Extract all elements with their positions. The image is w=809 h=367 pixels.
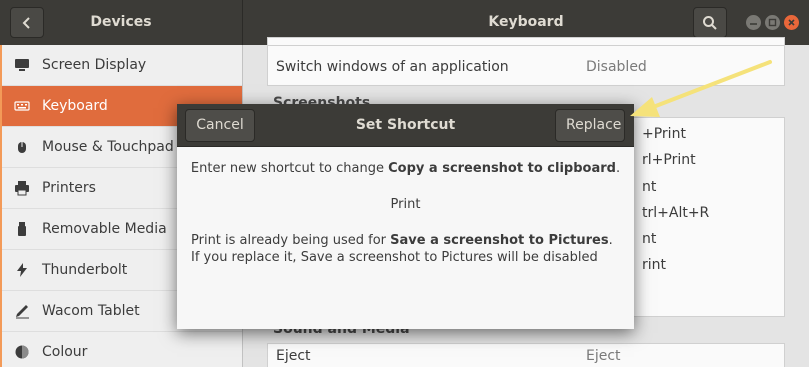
maximize-button[interactable]	[765, 15, 780, 30]
new-shortcut-label: Print	[390, 197, 421, 212]
table-row[interactable]: Eject Eject	[268, 344, 786, 367]
sidebar-item-screen-display[interactable]: Screen Display	[2, 45, 242, 86]
sidebar-item-label: Wacom Tablet	[42, 303, 140, 319]
printer-icon	[2, 180, 42, 196]
close-button[interactable]	[784, 15, 799, 30]
sidebar-item-label: Mouse & Touchpad	[42, 139, 174, 155]
usb-drive-icon	[2, 221, 42, 237]
shortcut-value: nt	[642, 231, 657, 247]
replace-button[interactable]: Replace	[555, 109, 625, 142]
monitor-icon	[2, 57, 42, 73]
target-action-name: Copy a screenshot to clipboard	[388, 161, 616, 176]
set-shortcut-dialog: Set Shortcut Cancel Replace Enter new sh…	[177, 104, 634, 329]
sidebar-item-label: Removable Media	[42, 221, 167, 237]
conflict-suffix: .	[608, 233, 613, 248]
sidebar-item-label: Thunderbolt	[42, 262, 128, 278]
minimize-button[interactable]	[746, 15, 761, 30]
sidebar-item-label: Keyboard	[42, 98, 108, 114]
search-icon	[703, 15, 717, 30]
search-button[interactable]	[693, 7, 727, 38]
conflict-message: Print is already being used for Save a s…	[191, 233, 613, 248]
shortcut-value: Disabled	[586, 58, 647, 75]
sidebar-item-colour[interactable]: Colour	[2, 332, 242, 367]
sidebar-item-label: Screen Display	[42, 57, 147, 73]
instruction-suffix: .	[615, 161, 621, 176]
sidebar-item-label: Colour	[42, 344, 88, 360]
devices-panel-title: Devices	[90, 14, 152, 30]
shortcut-list-bottom: Eject Eject	[267, 343, 785, 367]
shortcut-value: Eject	[586, 348, 621, 364]
tablet-icon	[2, 303, 42, 319]
close-icon	[788, 19, 795, 26]
shortcut-value: trl+Alt+R	[642, 205, 710, 221]
thunderbolt-icon	[2, 262, 42, 278]
conflicting-action-name: Save a screenshot to Pictures	[390, 233, 609, 248]
colour-icon	[2, 344, 42, 360]
dialog-instruction: Enter new shortcut to change Copy a scre…	[177, 161, 634, 176]
shortcut-value: rl+Print	[642, 152, 696, 168]
shortcut-value: rint	[642, 257, 667, 273]
minimize-icon	[750, 23, 757, 25]
conflict-warning: If you replace it, Save a screenshot to …	[191, 250, 598, 265]
keyboard-icon	[2, 98, 42, 114]
shortcut-list-top: Switch windows of an application Disable…	[267, 45, 785, 86]
dialog-body: Enter new shortcut to change Copy a scre…	[177, 147, 634, 329]
shortcut-value: nt	[642, 179, 657, 195]
shortcut-name: Switch windows of an application	[276, 58, 509, 75]
table-row[interactable]: Switch windows of an application Disable…	[268, 46, 786, 87]
instruction-text: Enter new shortcut to change	[190, 161, 389, 176]
conflict-text: Print is already being used for	[191, 233, 391, 248]
shortcut-name: Eject	[276, 348, 311, 364]
maximize-icon	[768, 18, 777, 27]
shortcut-value: +Print	[642, 126, 686, 142]
sidebar-item-label: Printers	[42, 180, 96, 196]
dialog-header: Set Shortcut Cancel Replace	[177, 104, 634, 147]
cancel-button[interactable]: Cancel	[185, 109, 255, 142]
mouse-icon	[2, 139, 42, 155]
